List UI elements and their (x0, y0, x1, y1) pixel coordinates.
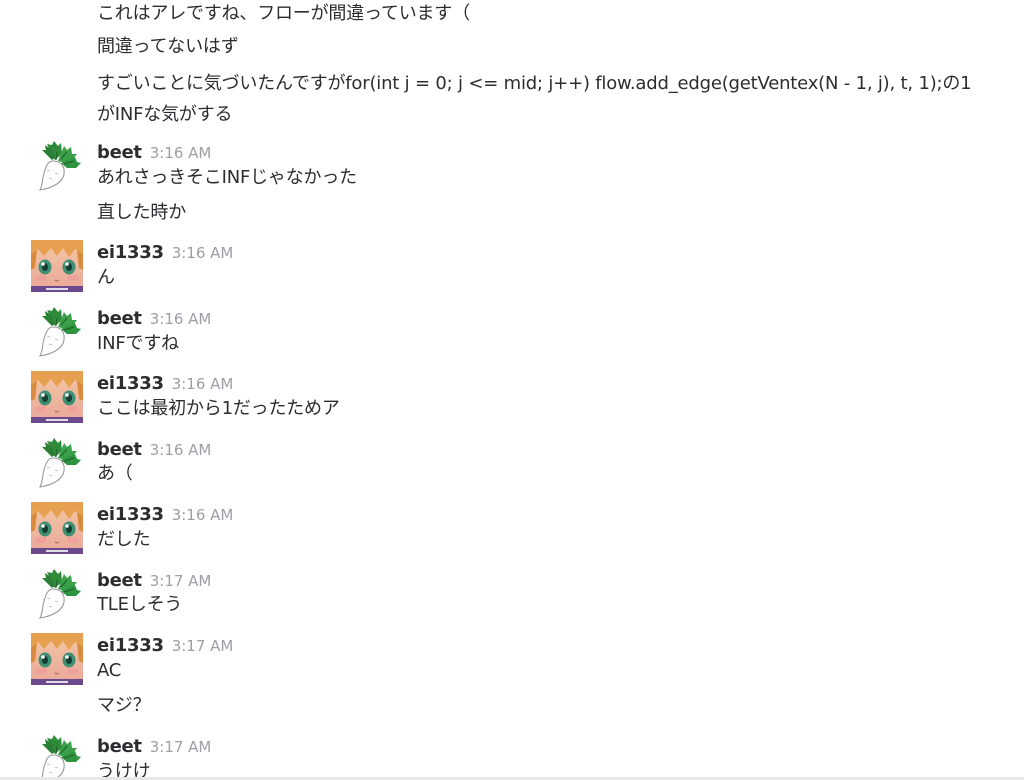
author-name[interactable]: ei1333 (97, 504, 164, 525)
timestamp[interactable]: 3:16 AM (150, 310, 212, 328)
anime-face-avatar-icon[interactable] (31, 502, 83, 554)
author-name[interactable]: beet (97, 439, 142, 460)
turnip-avatar-icon[interactable] (31, 568, 83, 620)
timestamp[interactable]: 3:17 AM (150, 738, 212, 756)
anime-face-avatar-icon[interactable] (31, 371, 83, 423)
turnip-avatar-icon[interactable] (31, 734, 83, 780)
message-text: あ（ (97, 463, 133, 484)
message-text: すごいことに気づいたんですがfor(int j = 0; j <= mid; j… (97, 73, 972, 125)
author-name[interactable]: beet (97, 142, 142, 163)
timestamp[interactable]: 3:16 AM (172, 375, 234, 393)
author-name[interactable]: ei1333 (97, 373, 164, 394)
author-name[interactable]: beet (97, 308, 142, 329)
message-text: 直した時か (97, 202, 186, 223)
anime-face-avatar-icon[interactable] (31, 240, 83, 292)
message-list[interactable]: これはアレですね、フローが間違っています（ 間違ってないはず すごいことに気づい… (0, 0, 1024, 780)
message-text: だした (97, 529, 151, 550)
author-name[interactable]: beet (97, 570, 142, 591)
turnip-avatar-icon[interactable] (31, 306, 83, 358)
message-text: ん (97, 267, 115, 288)
timestamp[interactable]: 3:17 AM (150, 572, 212, 590)
anime-face-avatar-icon[interactable] (31, 633, 83, 685)
timestamp[interactable]: 3:16 AM (172, 244, 234, 262)
message-text: INFですね (97, 333, 179, 354)
message-text: マジ？ (97, 695, 151, 716)
timestamp[interactable]: 3:16 AM (172, 506, 234, 524)
message-text: あれさっきそこINFじゃなかった (97, 167, 357, 188)
timestamp[interactable]: 3:16 AM (150, 144, 212, 162)
turnip-avatar-icon[interactable] (31, 437, 83, 489)
author-name[interactable]: beet (97, 736, 142, 757)
message-text: これはアレですね、フローが間違っています（ (97, 3, 470, 24)
message-text: ここは最初から1だったためア (97, 398, 340, 419)
message-text: TLEしそう (97, 594, 183, 615)
timestamp[interactable]: 3:17 AM (172, 637, 234, 655)
author-name[interactable]: ei1333 (97, 242, 164, 263)
timestamp[interactable]: 3:16 AM (150, 441, 212, 459)
turnip-avatar-icon[interactable] (31, 140, 83, 192)
message-text: AC (97, 660, 122, 681)
author-name[interactable]: ei1333 (97, 635, 164, 656)
message-text: 間違ってないはず (97, 36, 239, 57)
message-header: ei1333 3:16 AM (97, 241, 233, 265)
